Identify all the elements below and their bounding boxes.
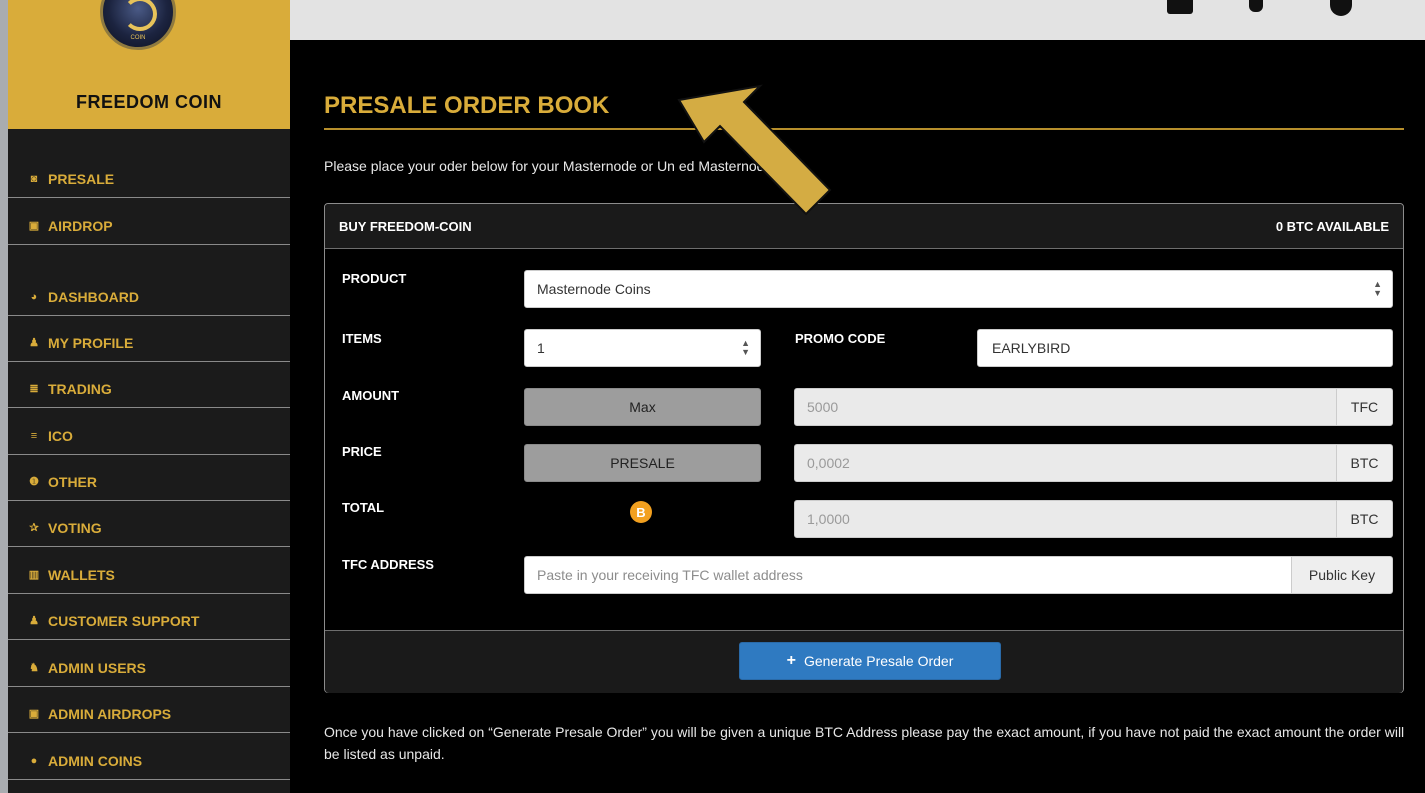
sidebar-item-label: VOTING [48, 519, 102, 536]
sidebar-item-label: ADMIN COINS [48, 752, 143, 769]
generate-presale-order-button[interactable]: + Generate Presale Order [739, 642, 1001, 680]
product-label: PRODUCT [342, 271, 407, 286]
brand-header: COIN FREEDOM COIN [8, 0, 290, 129]
total-value: 1,0000 [807, 511, 850, 527]
envelope-icon[interactable] [1167, 0, 1193, 14]
star-icon: ✰ [29, 522, 39, 534]
sidebar-item-label: ADMIN USERS [48, 659, 147, 676]
sidebar-item-label: MY PROFILE [48, 334, 134, 351]
sidebar-item-other[interactable]: ❶ OTHER [8, 455, 290, 501]
amount-field: 5000 [794, 388, 1337, 426]
plus-icon: + [786, 652, 796, 669]
promo-code-label: PROMO CODE [795, 331, 886, 346]
sidebar: COIN FREEDOM COIN ◙ PRESALE ▣ AIRDROP ◕ … [8, 0, 290, 793]
product-value: Masternode Coins [537, 281, 651, 297]
gear-icon[interactable] [1249, 0, 1263, 12]
public-key-addon[interactable]: Public Key [1291, 556, 1393, 594]
amount-value: 5000 [807, 399, 839, 415]
sidebar-item-customer-support[interactable]: ♟ CUSTOMER SUPPORT [8, 594, 290, 640]
sidebar-item-label: TRADING [48, 380, 112, 397]
sidebar-item-label: ICO [48, 427, 73, 444]
top-bar [290, 0, 1425, 40]
gift-icon: ▣ [28, 220, 40, 232]
items-select[interactable]: 1 ▲ ▼ [524, 329, 761, 367]
price-label: PRICE [342, 444, 382, 459]
btc-available-badge: 0 BTC AVAILABLE [1275, 218, 1389, 234]
sidebar-item-admin-coins[interactable]: ● ADMIN COINS [8, 734, 290, 780]
sidebar-item-dashboard[interactable]: ◕ DASHBOARD [8, 270, 290, 316]
user-icon: ♟ [29, 615, 39, 627]
panel-footer: + Generate Presale Order [325, 630, 1403, 693]
sidebar-item-label: OTHER [48, 473, 97, 490]
panel-title: BUY FREEDOM-COIN [339, 218, 472, 234]
user-menu-icon[interactable] [1330, 0, 1352, 16]
page-title: PRESALE ORDER BOOK [324, 92, 610, 119]
dashboard-icon: ◕ [30, 290, 38, 303]
sidebar-item-admin-users[interactable]: ♞ ADMIN USERS [8, 641, 290, 687]
sidebar-item-label: AIRDROP [48, 217, 113, 234]
bitcoin-icon: B [630, 501, 652, 523]
list-icon: ≣ [29, 383, 39, 395]
panel-header: BUY FREEDOM-COIN 0 BTC AVAILABLE [325, 204, 1403, 249]
tfc-address-input[interactable]: Paste in your receiving TFC wallet addre… [524, 556, 1292, 594]
tfc-address-placeholder: Paste in your receiving TFC wallet addre… [537, 567, 803, 583]
gift-icon: ▣ [28, 708, 40, 720]
sidebar-item-label: DASHBOARD [48, 288, 139, 305]
coin-logo-icon[interactable]: COIN [100, 0, 176, 50]
amount-unit: TFC [1336, 388, 1393, 426]
price-unit: BTC [1336, 444, 1393, 482]
sidebar-item-wallets[interactable]: ▥ WALLETS [8, 548, 290, 594]
promo-code-input[interactable]: EARLYBIRD [977, 329, 1393, 367]
total-unit: BTC [1336, 500, 1393, 538]
main-content: PRESALE ORDER BOOK Please place your ode… [290, 40, 1425, 793]
amount-label: AMOUNT [342, 388, 400, 403]
intro-text: Please place your oder below for your Ma… [324, 158, 777, 174]
items-label: ITEMS [342, 331, 382, 346]
sidebar-item-label: WALLETS [48, 566, 115, 583]
sidebar-item-voting[interactable]: ✰ VOTING [8, 501, 290, 547]
database-icon: ≡ [30, 429, 38, 442]
user-icon: ♟ [29, 337, 39, 349]
sidebar-item-presale[interactable]: ◙ PRESALE [8, 152, 290, 198]
logo-text: COIN [130, 35, 146, 41]
price-value: 0,0002 [807, 455, 850, 471]
product-select[interactable]: Masternode Coins ▲ ▼ [524, 270, 1393, 308]
phoenix-icon [123, 0, 157, 31]
select-arrows-icon: ▲ ▼ [741, 338, 750, 357]
max-button[interactable]: Max [524, 388, 761, 426]
buy-panel: BUY FREEDOM-COIN 0 BTC AVAILABLE PRODUCT… [324, 203, 1404, 693]
price-field: 0,0002 [794, 444, 1337, 482]
brand-name: FREEDOM COIN [75, 92, 222, 112]
money-icon: ◙ [30, 172, 38, 185]
bank-icon: ▥ [28, 569, 40, 581]
sidebar-item-my-profile[interactable]: ♟ MY PROFILE [8, 316, 290, 362]
tfc-address-label: TFC ADDRESS [342, 557, 434, 572]
total-field: 1,0000 [794, 500, 1337, 538]
sidebar-item-airdrop[interactable]: ▣ AIRDROP [8, 199, 290, 245]
users-icon: ♞ [29, 662, 39, 674]
sidebar-item-trading[interactable]: ≣ TRADING [8, 362, 290, 408]
promo-code-value: EARLYBIRD [992, 340, 1071, 356]
items-value: 1 [537, 340, 545, 356]
sidebar-item-admin-airdrops[interactable]: ▣ ADMIN AIRDROPS [8, 687, 290, 733]
sidebar-item-ico[interactable]: ≡ ICO [8, 409, 290, 455]
info-icon: ❶ [29, 476, 39, 488]
sidebar-item-label: ADMIN AIRDROPS [48, 705, 172, 722]
generate-button-label: Generate Presale Order [803, 653, 954, 669]
presale-price-button[interactable]: PRESALE [524, 444, 761, 482]
sidebar-item-label: PRESALE [48, 170, 115, 187]
select-arrows-icon: ▲ ▼ [1373, 279, 1382, 298]
payment-note: Once you have clicked on “Generate Presa… [324, 724, 1405, 762]
title-divider [324, 128, 1404, 130]
sidebar-item-label: CUSTOMER SUPPORT [48, 612, 200, 629]
circle-icon: ● [30, 754, 38, 767]
total-label: TOTAL [342, 500, 385, 515]
